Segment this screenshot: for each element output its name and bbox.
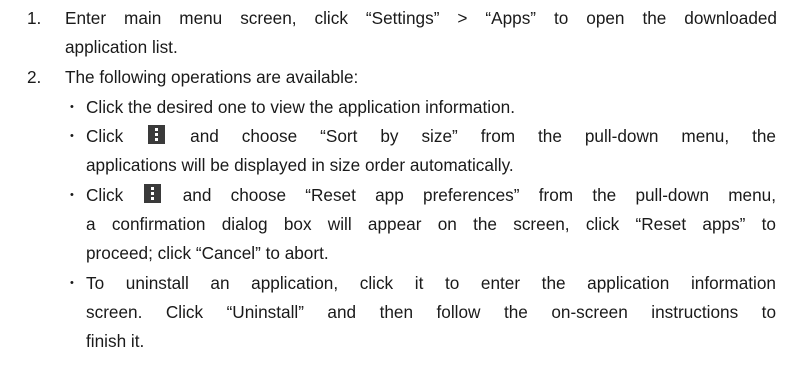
bullet-icon: • [70, 277, 74, 289]
step-text-line: Enter main menu screen, click “Settings”… [65, 8, 777, 28]
operation-text-line: To uninstall an application, click it to… [86, 273, 776, 293]
operation-text-line: a confirmation dialog box will appear on… [86, 214, 776, 234]
operation-text-line: Click the desired one to view the applic… [86, 97, 515, 117]
operation-text-after-icon: and choose “Sort by size” from the pull-… [190, 126, 776, 146]
operation-text-line: Click and choose “Reset app preferences”… [86, 181, 776, 209]
operation-text-line: Click and choose “Sort by size” from the… [86, 122, 776, 150]
operation-text-after-icon: and choose “Reset app preferences” from … [182, 185, 776, 205]
step-number: 1. [27, 8, 42, 28]
bullet-icon: • [70, 189, 74, 201]
step-text-line: application list. [65, 37, 178, 57]
overflow-menu-icon [144, 184, 162, 203]
operation-text-before-icon: Click [86, 185, 124, 205]
operation-text-line: proceed; click “Cancel” to abort. [86, 243, 329, 263]
overflow-menu-icon [148, 125, 166, 144]
operation-text-before-icon: Click [86, 126, 124, 146]
instructions-document: 1. Enter main menu screen, click “Settin… [0, 0, 809, 377]
operation-text-line: applications will be displayed in size o… [86, 155, 514, 175]
step-text-line: The following operations are available: [65, 67, 359, 87]
step-number: 2. [27, 67, 42, 87]
bullet-icon: • [70, 130, 74, 142]
operation-text-line: finish it. [86, 331, 145, 351]
operation-text-line: screen. Click “Uninstall” and then follo… [86, 302, 776, 322]
bullet-icon: • [70, 101, 74, 113]
